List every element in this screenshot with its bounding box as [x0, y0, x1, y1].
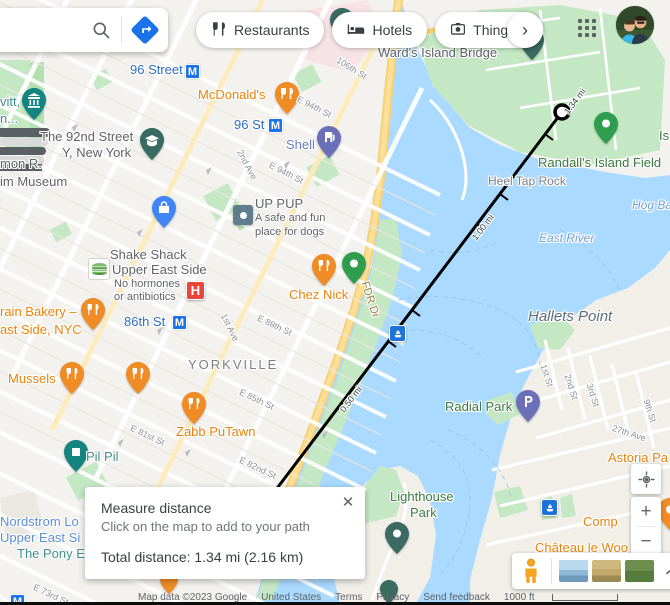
apps-dot [592, 19, 596, 23]
map-pin-92nd-street-y[interactable] [140, 128, 164, 160]
apps-dot [578, 26, 582, 30]
chevron-up-icon[interactable] [660, 558, 670, 584]
zoom-in-button[interactable]: + [631, 497, 661, 526]
map-pin-park-green[interactable] [342, 252, 366, 284]
map-pin-restaurant[interactable] [60, 362, 84, 394]
measure-distance-panel: ✕ Measure distance Click on the map to a… [85, 487, 365, 579]
map-pin-museum[interactable] [22, 88, 46, 120]
layers-bar [512, 553, 670, 589]
map-badge-subway-96-st[interactable]: M [268, 118, 283, 133]
map-pin-shop[interactable] [152, 196, 176, 228]
map-building-guggenheim [0, 124, 56, 172]
map-pin-park-randalls[interactable] [594, 112, 618, 144]
map-marker-up-pup[interactable] [233, 205, 253, 225]
apps-dot [585, 33, 589, 37]
chip-label: Hotels [372, 22, 413, 38]
map-badge-ferry-astoria[interactable] [541, 499, 558, 516]
pegman-icon[interactable] [518, 556, 544, 586]
map-pin-restaurant[interactable] [81, 298, 105, 330]
category-chips: Restaurants Hotels Things t [196, 12, 544, 48]
apps-dot [578, 19, 582, 23]
avatar[interactable] [616, 6, 654, 44]
map-badge-ferry-manhattan[interactable] [389, 325, 406, 342]
layers-divider [551, 558, 552, 584]
directions-icon[interactable] [130, 15, 160, 45]
layer-thumb-terrain[interactable] [592, 560, 621, 582]
search-icon[interactable] [81, 8, 121, 52]
chip-restaurants[interactable]: Restaurants [196, 12, 325, 48]
map-pin-lighthouse-park[interactable] [385, 522, 409, 554]
marker-dot [239, 211, 247, 219]
apps-dot [592, 26, 596, 30]
map-pin-pil-pil[interactable] [64, 440, 88, 472]
apps-dot [592, 33, 596, 37]
apps-dot [585, 19, 589, 23]
search-bar[interactable] [0, 8, 168, 52]
map-pin-restaurant[interactable] [182, 392, 206, 424]
layer-thumb-sky[interactable] [559, 560, 588, 582]
apps-dot [578, 33, 582, 37]
close-icon[interactable]: ✕ [337, 491, 359, 513]
restaurant-icon [211, 21, 227, 40]
chevron-right-icon: › [522, 20, 528, 40]
map-badge-subway-96-street[interactable]: M [185, 64, 200, 79]
camera-icon [450, 21, 466, 40]
measure-total-distance: Total distance: 1.34 mi (2.16 km) [101, 549, 304, 565]
map-pin-radial-park-parking[interactable] [516, 390, 540, 422]
google-maps-app: 1.34 mi 1.00 mi 0.50 mi H M M M M 96 Str… [0, 0, 670, 605]
map-pin-mcdonalds[interactable] [275, 82, 299, 114]
locate-button[interactable] [631, 464, 661, 494]
chip-hotels[interactable]: Hotels [332, 12, 428, 48]
chips-next-button[interactable]: › [507, 12, 543, 48]
search-input[interactable] [0, 8, 81, 52]
google-apps-icon[interactable] [578, 19, 598, 39]
apps-dot [585, 26, 589, 30]
search-divider [121, 17, 122, 43]
map-pin-shell-gas[interactable] [317, 126, 341, 158]
chip-label: Restaurants [234, 22, 310, 38]
measure-panel-title: Measure distance [101, 500, 212, 516]
map-pin-restaurant[interactable] [126, 362, 150, 394]
map-badge-subway-86th-st[interactable]: M [172, 315, 187, 330]
zoom-out-button[interactable]: − [631, 527, 661, 556]
map-pin-chez-nick[interactable] [312, 254, 336, 286]
layer-thumb-satellite[interactable] [625, 560, 654, 582]
hotel-icon [347, 21, 365, 40]
map-logo-shake-shack[interactable] [88, 258, 110, 280]
map-badge-hospital[interactable]: H [186, 281, 205, 300]
zoom-controls: + − [631, 497, 661, 556]
measure-panel-subtitle: Click on the map to add to your path [101, 519, 310, 534]
scale-bar [551, 594, 618, 601]
